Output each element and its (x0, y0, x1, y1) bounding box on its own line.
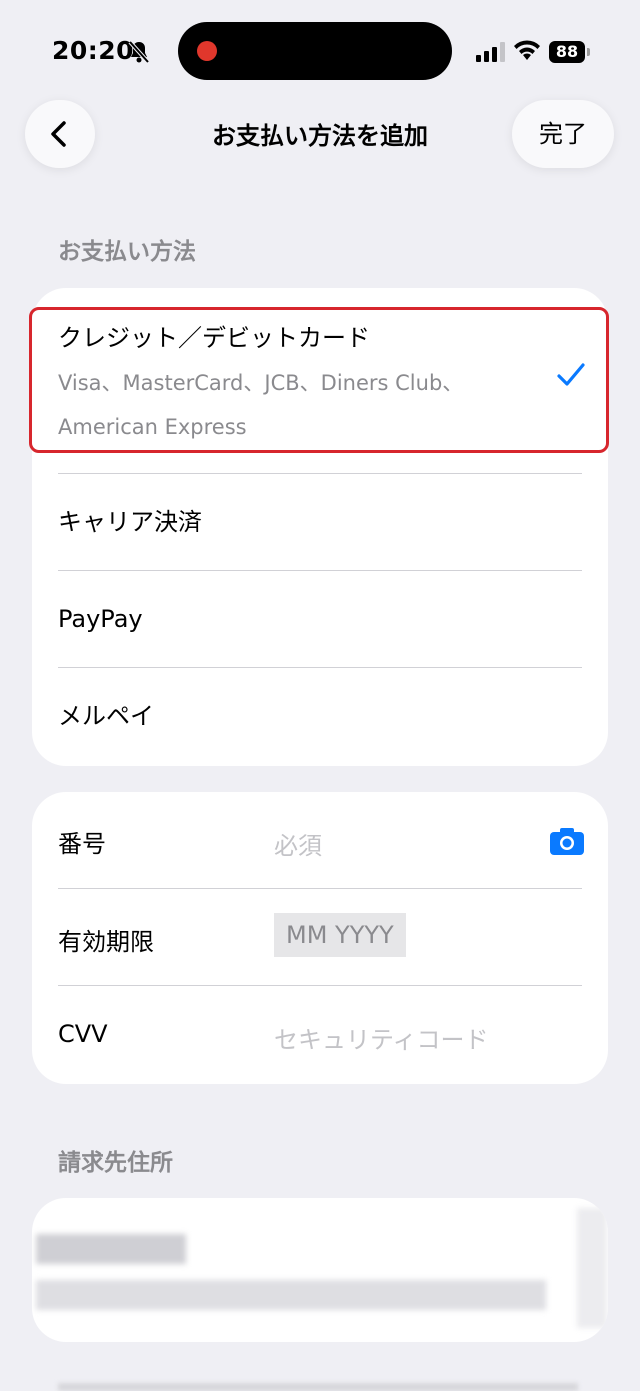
card-number-input[interactable]: 必須 (274, 826, 322, 861)
method-label: メルペイ (58, 702, 154, 730)
footer-text-redacted (58, 1383, 578, 1391)
redacted-name (36, 1234, 186, 1264)
wifi-icon (514, 40, 540, 60)
method-label: PayPay (58, 605, 143, 633)
billing-section-header: 請求先住所 (58, 1150, 173, 1176)
cvv-label: CVV (58, 1020, 108, 1048)
method-merpay[interactable]: メルペイ (58, 668, 582, 764)
dynamic-island (178, 22, 452, 80)
cvv-input[interactable]: セキュリティコード (274, 1020, 489, 1055)
redacted-edge (577, 1208, 607, 1328)
camera-icon[interactable] (550, 827, 584, 855)
method-carrier-billing[interactable]: キャリア決済 (58, 474, 582, 570)
divider (58, 985, 582, 986)
battery-icon: 88 (549, 41, 591, 63)
battery-level: 88 (549, 41, 585, 63)
redacted-address (36, 1280, 546, 1310)
divider (58, 888, 582, 889)
expiry-input[interactable]: MM YYYY (274, 913, 406, 957)
payment-section-header: お支払い方法 (58, 239, 196, 265)
method-paypay[interactable]: PayPay (58, 571, 582, 667)
signal-icon (476, 42, 505, 62)
bell-slash-icon (128, 40, 150, 64)
billing-address-card[interactable] (32, 1198, 608, 1342)
done-button[interactable]: 完了 (512, 100, 614, 168)
selection-highlight-box (29, 307, 609, 453)
status-bar: 20:20 88 (0, 0, 640, 100)
expiry-label: 有効期限 (58, 928, 154, 956)
battery-tip (587, 48, 590, 56)
status-time: 20:20 (52, 36, 135, 65)
recording-indicator (197, 41, 217, 61)
method-label: キャリア決済 (58, 508, 202, 536)
card-details-card: 番号 必須 有効期限 MM YYYY CVV セキュリティコード (32, 792, 608, 1084)
card-number-label: 番号 (58, 830, 106, 858)
